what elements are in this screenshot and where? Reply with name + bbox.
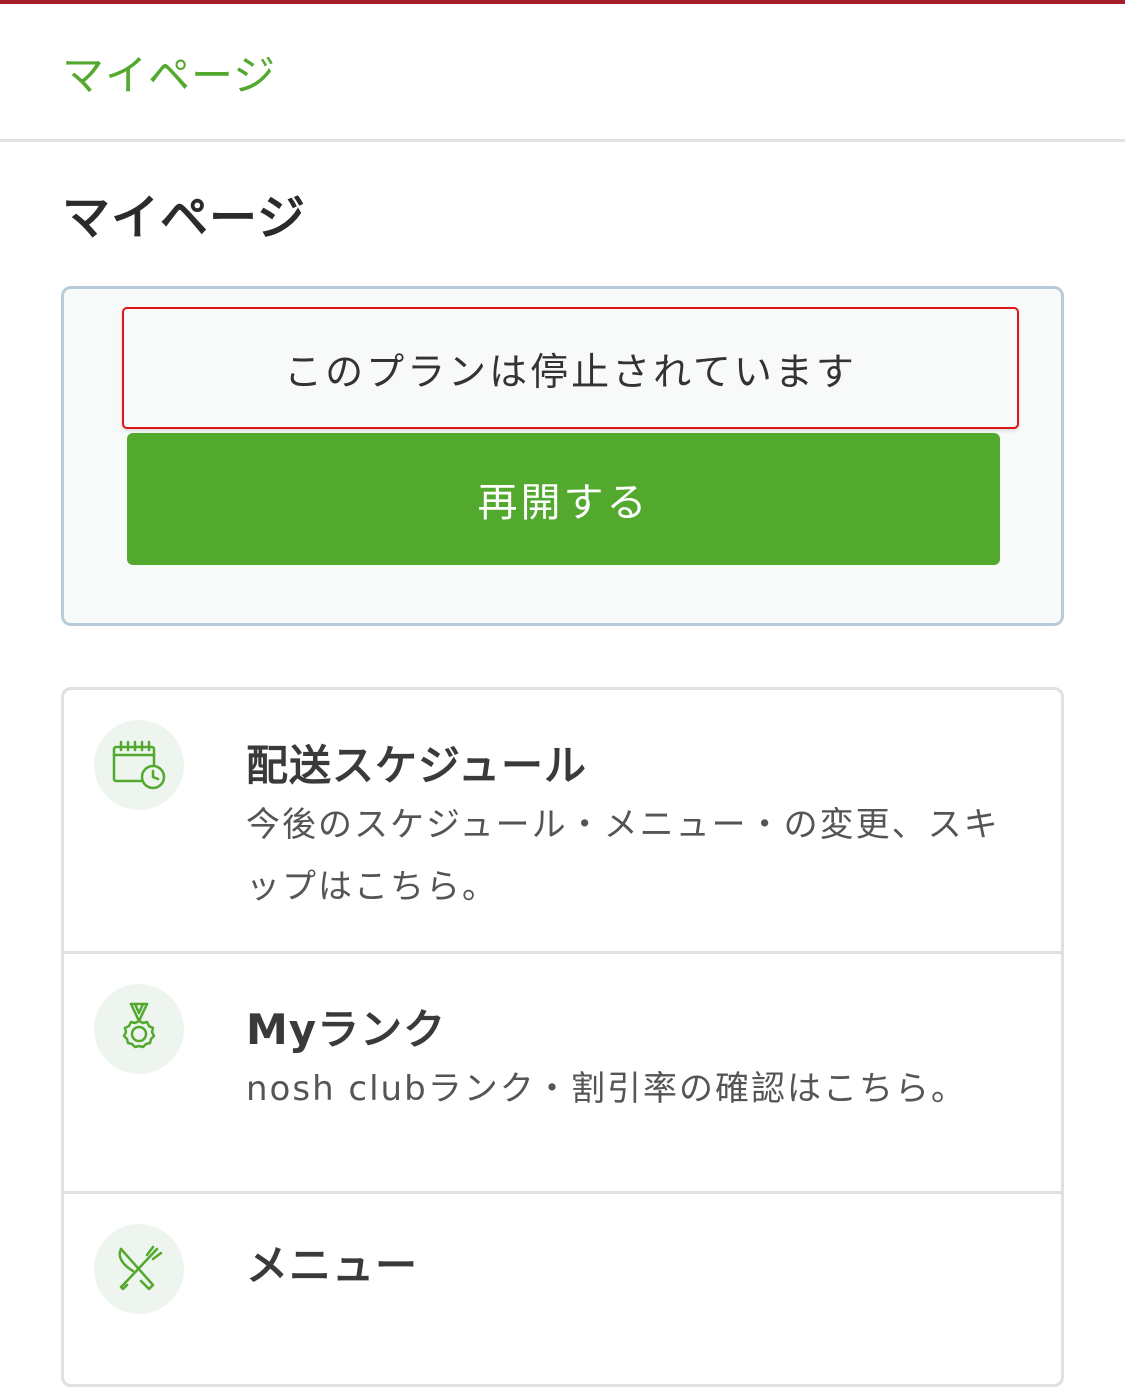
calendar-clock-icon	[94, 720, 184, 810]
medal-icon	[94, 984, 184, 1074]
menu-item-title: Myランク	[246, 1005, 447, 1054]
breadcrumb: マイページ	[0, 4, 1125, 142]
menu-item-delivery-schedule[interactable]: 配送スケジュール 今後のスケジュール・メニュー・の変更、スキ ップはこちら。	[64, 690, 1061, 954]
breadcrumb-link-mypage[interactable]: マイページ	[62, 42, 276, 103]
menu-item-menu[interactable]: メニュー	[64, 1194, 1061, 1384]
menu-item-description-line: 今後のスケジュール・メニュー・の変更、スキ	[246, 805, 1000, 845]
page-title: マイページ	[62, 190, 307, 246]
fork-knife-icon	[94, 1224, 184, 1314]
plan-status-card: このプランは停止されています 再開する	[61, 286, 1064, 626]
plan-status-message: このプランは停止されています	[122, 307, 1019, 429]
menu-item-title: メニュー	[246, 1241, 419, 1290]
resume-plan-button[interactable]: 再開する	[127, 433, 1000, 565]
menu-item-description: nosh clubランク・割引率の確認はこちら。	[246, 1069, 968, 1109]
menu-item-my-rank[interactable]: Myランク nosh clubランク・割引率の確認はこちら。	[64, 954, 1061, 1194]
menu-item-description: 今後のスケジュール・メニュー・の変更、スキ ップはこちら。	[246, 794, 1021, 918]
menu-item-description-line: ップはこちら。	[246, 867, 498, 907]
mypage-menu-list: 配送スケジュール 今後のスケジュール・メニュー・の変更、スキ ップはこちら。 M…	[61, 687, 1064, 1387]
menu-item-title: 配送スケジュール	[246, 741, 588, 790]
